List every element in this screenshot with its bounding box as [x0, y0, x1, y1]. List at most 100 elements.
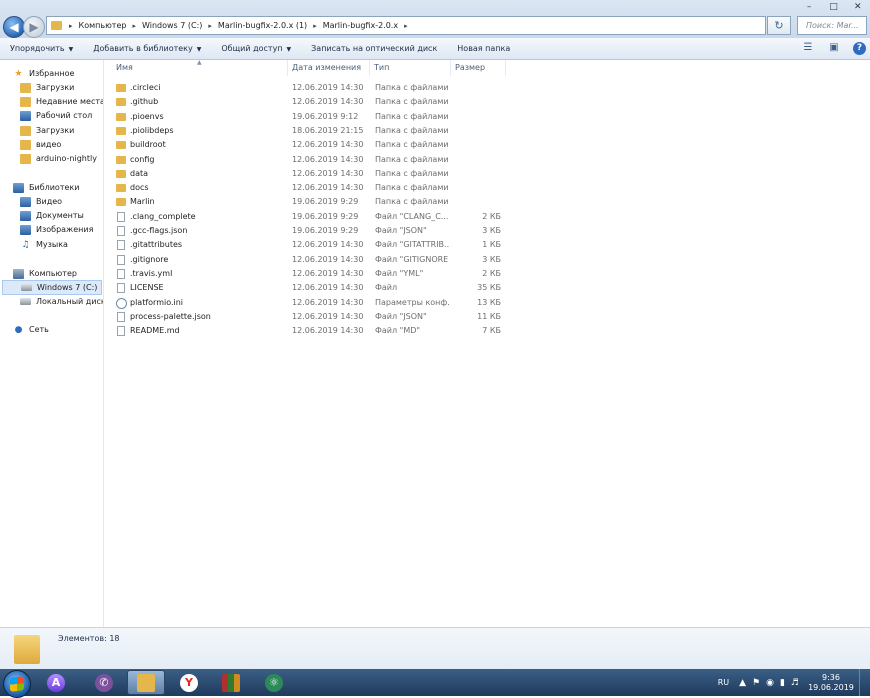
table-row[interactable]: .gitignore 12.06.2019 14:30 Файл "GITIGNOR…	[113, 253, 508, 267]
table-row[interactable]: docs 12.06.2019 14:30 Папка с файлами	[113, 181, 508, 195]
table-row[interactable]: .github 12.06.2019 14:30 Папка с файлами	[113, 95, 508, 109]
nav-item-arduino-nightly[interactable]: arduino-nightly	[20, 152, 97, 165]
taskbar-winrar[interactable]	[212, 670, 250, 695]
refresh-button[interactable]: ↻	[767, 16, 791, 35]
file-name[interactable]: LICENSE	[130, 281, 164, 295]
nav-item-desktop[interactable]: Рабочий стол	[20, 109, 92, 122]
add-to-library-button[interactable]: Добавить в библиотеку ▼	[83, 44, 211, 53]
breadcrumb-parent-folder[interactable]: Marlin-bugfix-2.0.x (1)	[214, 21, 311, 30]
breadcrumb-computer[interactable]: Компьютер	[75, 21, 131, 30]
table-row[interactable]: .circleci 12.06.2019 14:30 Папка с файлами	[113, 81, 508, 95]
file-name[interactable]: .travis.yml	[130, 267, 172, 281]
table-row[interactable]: .pioenvs 19.06.2019 9:12 Папка с файлами	[113, 110, 508, 124]
chevron-right-icon[interactable]: ▸	[402, 22, 410, 30]
file-name[interactable]: .github	[130, 95, 158, 109]
column-header-name[interactable]: Имя	[112, 60, 288, 76]
table-row[interactable]: buildroot 12.06.2019 14:30 Папка с файлами	[113, 138, 508, 152]
file-name[interactable]: buildroot	[130, 138, 166, 152]
nav-item-videos[interactable]: Видео	[20, 195, 62, 208]
nav-item-recent-places[interactable]: Недавние места	[20, 95, 103, 108]
maximize-button[interactable]: □	[821, 0, 845, 14]
breadcrumb-drive[interactable]: Windows 7 (C:)	[138, 21, 206, 30]
nav-item-pictures[interactable]: Изображения	[20, 223, 93, 236]
file-name[interactable]: .clang_complete	[130, 210, 196, 224]
preview-pane-icon[interactable]: ▣	[827, 41, 841, 55]
column-header-date[interactable]: Дата изменения	[288, 60, 370, 76]
file-name[interactable]: config	[130, 153, 154, 167]
chevron-right-icon[interactable]: ▸	[130, 22, 138, 30]
chevron-right-icon[interactable]: ▸	[67, 22, 75, 30]
table-row[interactable]: process-palette.json 12.06.2019 14:30 Файл…	[113, 310, 508, 324]
back-button[interactable]: ◀	[3, 16, 25, 38]
file-name[interactable]: README.md	[130, 324, 180, 338]
file-name[interactable]: .piolibdeps	[130, 124, 174, 138]
file-name[interactable]: .gitattributes	[130, 238, 182, 252]
nav-network[interactable]: ● Сеть	[13, 323, 49, 336]
table-row[interactable]: config 12.06.2019 14:30 Папка с файлами	[113, 153, 508, 167]
taskbar-alice[interactable]: A	[37, 670, 75, 695]
file-name[interactable]: .gitignore	[130, 253, 168, 267]
file-name[interactable]: docs	[130, 181, 149, 195]
folder-icon	[51, 21, 62, 30]
show-desktop-button[interactable]	[859, 669, 870, 696]
breadcrumb-current-folder[interactable]: Marlin-bugfix-2.0.x	[319, 21, 402, 30]
file-name[interactable]: data	[130, 167, 148, 181]
nav-favorites[interactable]: ★ Избранное	[13, 67, 74, 80]
language-indicator[interactable]: RU	[718, 678, 729, 687]
forward-button[interactable]: ▶	[23, 16, 45, 38]
nav-item-music[interactable]: ♫ Музыка	[20, 238, 68, 251]
taskbar-yandex-browser[interactable]: Y	[170, 670, 208, 695]
file-name[interactable]: .circleci	[130, 81, 160, 95]
table-row[interactable]: README.md 12.06.2019 14:30 Файл "MD" 7 КБ	[113, 324, 508, 338]
file-name[interactable]: .pioenvs	[130, 110, 164, 124]
file-size	[452, 153, 501, 167]
minimize-button[interactable]: –	[797, 0, 821, 14]
table-row[interactable]: LICENSE 12.06.2019 14:30 Файл 35 КБ	[113, 281, 508, 295]
table-row[interactable]: Marlin 19.06.2019 9:29 Папка с файлами	[113, 195, 508, 209]
security-icon[interactable]: ◉	[766, 678, 774, 688]
breadcrumb[interactable]: ▸ Компьютер ▸ Windows 7 (C:) ▸ Marlin-bu…	[46, 16, 766, 35]
nav-item-windows7-drive[interactable]: Windows 7 (C:)	[2, 280, 102, 295]
organize-button[interactable]: Упорядочить ▼	[0, 44, 83, 53]
nav-item-video-folder[interactable]: видео	[20, 138, 61, 151]
network-status-icon[interactable]: ▮	[780, 678, 785, 688]
nav-libraries[interactable]: Библиотеки	[13, 181, 79, 194]
table-row[interactable]: .piolibdeps 18.06.2019 21:15 Папка с файла…	[113, 124, 508, 138]
show-hidden-icons-icon[interactable]: ▲	[739, 678, 746, 688]
chevron-right-icon[interactable]: ▸	[206, 22, 214, 30]
table-row[interactable]: .gcc-flags.json 19.06.2019 9:29 Файл "JSON…	[113, 224, 508, 238]
file-icon	[117, 326, 125, 337]
table-row[interactable]: data 12.06.2019 14:30 Папка с файлами	[113, 167, 508, 181]
column-header-size[interactable]: Размер	[451, 60, 506, 76]
volume-icon[interactable]: ♬	[791, 678, 799, 688]
search-input[interactable]: Поиск: Mar...	[797, 16, 867, 35]
nav-item-downloads-2[interactable]: Загрузки	[20, 124, 74, 137]
refresh-icon: ↻	[774, 19, 784, 32]
start-button[interactable]	[3, 670, 31, 698]
nav-item-local-disk[interactable]: Локальный диск (	[20, 295, 103, 308]
table-row[interactable]: .travis.yml 12.06.2019 14:30 Файл "YML" 2 К…	[113, 267, 508, 281]
clock[interactable]: 9:36 19.06.2019	[805, 673, 857, 693]
new-folder-button[interactable]: Новая папка	[447, 44, 520, 53]
close-button[interactable]: ✕	[846, 0, 870, 14]
burn-disc-button[interactable]: Записать на оптический диск	[301, 44, 447, 53]
nav-item-downloads[interactable]: Загрузки	[20, 81, 74, 94]
nav-computer[interactable]: Компьютер	[13, 267, 77, 280]
column-header-type[interactable]: Тип	[370, 60, 451, 76]
taskbar-atom[interactable]: ⚛	[255, 670, 293, 695]
share-button[interactable]: Общий доступ ▼	[211, 44, 301, 53]
taskbar-viber[interactable]: ✆	[85, 670, 123, 695]
view-options-icon[interactable]: ☰	[801, 41, 815, 55]
table-row[interactable]: .clang_complete 19.06.2019 9:29 Файл "CLAN…	[113, 210, 508, 224]
file-name[interactable]: Marlin	[130, 195, 155, 209]
file-name[interactable]: .gcc-flags.json	[130, 224, 187, 238]
help-icon[interactable]: ?	[853, 41, 866, 55]
table-row[interactable]: .gitattributes 12.06.2019 14:30 Файл "GITA…	[113, 238, 508, 252]
file-name[interactable]: process-palette.json	[130, 310, 211, 324]
file-name[interactable]: platformio.ini	[130, 296, 183, 310]
chevron-right-icon[interactable]: ▸	[311, 22, 319, 30]
table-row[interactable]: platformio.ini 12.06.2019 14:30 Параметры …	[113, 296, 508, 310]
taskbar-explorer[interactable]	[127, 670, 165, 695]
action-center-flag-icon[interactable]: ⚑	[752, 678, 760, 688]
nav-item-documents[interactable]: Документы	[20, 209, 84, 222]
